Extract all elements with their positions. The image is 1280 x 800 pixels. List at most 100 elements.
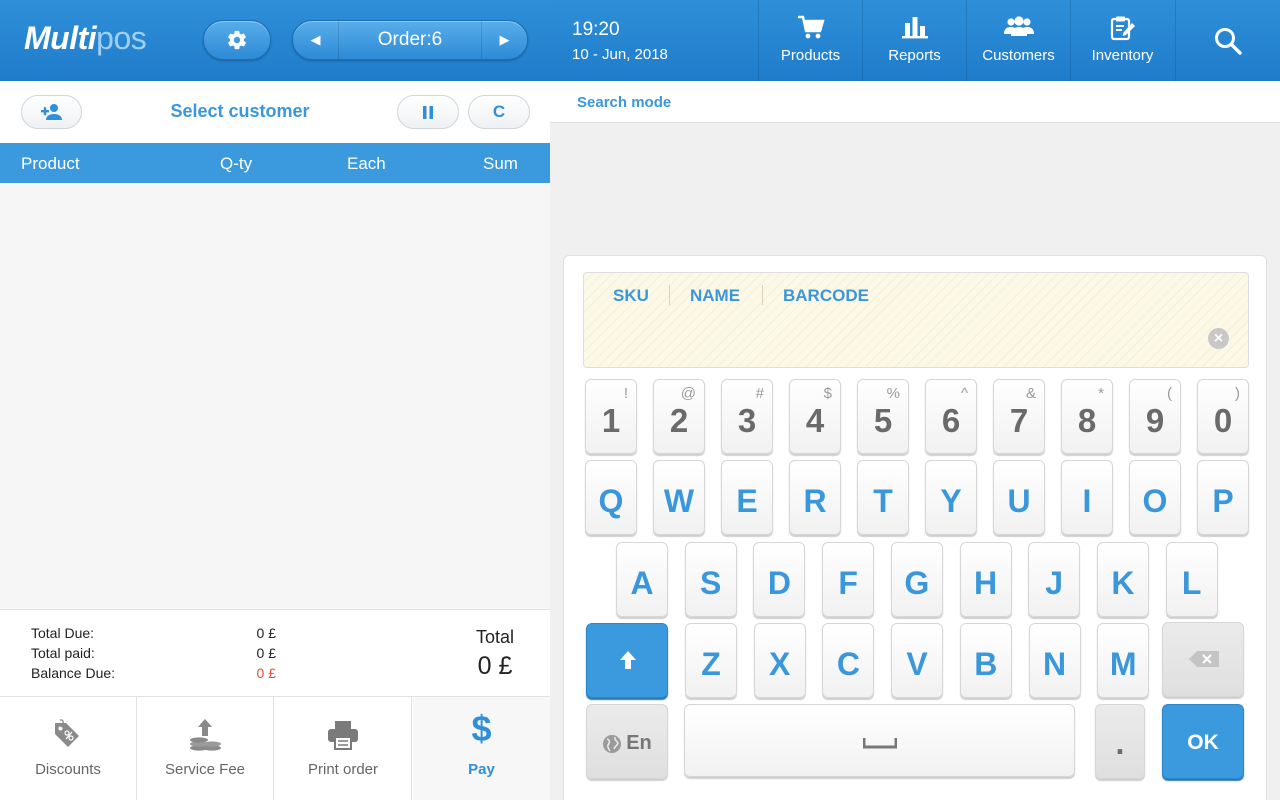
key-6[interactable]: ^ 6: [925, 379, 977, 454]
key-label: 4: [805, 402, 825, 439]
space-bar-icon: [863, 738, 897, 749]
key-3[interactable]: #3: [721, 379, 773, 454]
logo-text-bold: Multi: [24, 20, 97, 56]
key-i[interactable]: I: [1061, 460, 1113, 535]
key-m[interactable]: M: [1097, 623, 1150, 698]
key-q[interactable]: Q: [585, 460, 637, 535]
nav-products[interactable]: Products: [758, 0, 862, 81]
bar-chart-icon: [863, 15, 966, 43]
ok-key[interactable]: OK: [1162, 704, 1244, 779]
key-2[interactable]: @2: [653, 379, 705, 454]
key-8[interactable]: * 8: [1061, 379, 1113, 454]
search-field[interactable]: SKU NAME BARCODE ×: [583, 272, 1249, 368]
key-4[interactable]: $4: [789, 379, 841, 454]
tab-barcode[interactable]: BARCODE: [783, 286, 869, 306]
search-mode-bar: Search mode: [550, 81, 1280, 123]
select-customer-link[interactable]: Select customer: [140, 101, 340, 122]
key-o[interactable]: O: [1129, 460, 1181, 535]
key-label: N: [1042, 646, 1067, 682]
dot-key[interactable]: .: [1095, 704, 1145, 779]
key-n[interactable]: N: [1028, 623, 1081, 698]
space-key[interactable]: [684, 704, 1075, 777]
tab-separator: [762, 285, 763, 305]
key-label: X: [769, 646, 791, 682]
total-due-value: 0 £: [256, 625, 276, 641]
key-7[interactable]: & 7: [993, 379, 1045, 454]
key-label: I: [1082, 483, 1092, 519]
key-5[interactable]: % 5: [857, 379, 909, 454]
key-d[interactable]: D: [753, 542, 806, 617]
key-9[interactable]: (9: [1129, 379, 1181, 454]
add-customer-button[interactable]: [21, 95, 82, 129]
backspace-key[interactable]: [1162, 622, 1244, 697]
prev-order-button[interactable]: ◀: [293, 21, 339, 59]
key-symbol: #: [755, 385, 764, 402]
key-p[interactable]: P: [1197, 460, 1249, 535]
key-g[interactable]: G: [890, 542, 943, 617]
nav-customers[interactable]: Customers: [966, 0, 1070, 81]
clear-order-button[interactable]: C: [468, 95, 530, 129]
total-paid-label: Total paid:: [31, 645, 95, 661]
key-symbol: ): [1235, 385, 1240, 402]
order-items-list[interactable]: [0, 183, 550, 609]
dollar-icon: $: [471, 708, 492, 749]
service-fee-button[interactable]: Service Fee: [137, 697, 274, 800]
key-w[interactable]: W: [653, 460, 705, 535]
pay-button[interactable]: $ Pay: [413, 697, 550, 800]
key-e[interactable]: E: [721, 460, 773, 535]
discounts-button[interactable]: Discounts: [0, 697, 137, 800]
key-j[interactable]: J: [1028, 542, 1081, 617]
search-icon: [1215, 27, 1242, 55]
key-b[interactable]: B: [959, 623, 1012, 698]
tab-sku[interactable]: SKU: [613, 286, 649, 306]
key-1[interactable]: ! 1: [585, 379, 637, 454]
key-k[interactable]: K: [1096, 542, 1149, 617]
key-label: 7: [1009, 402, 1029, 439]
shift-key[interactable]: [586, 623, 668, 698]
key-a[interactable]: A: [616, 542, 668, 617]
key-label: 9: [1145, 402, 1165, 439]
key-label: M: [1109, 646, 1137, 682]
clear-search-icon[interactable]: ×: [1208, 328, 1229, 349]
customer-bar: Select customer C: [0, 81, 550, 143]
key-s[interactable]: S: [684, 542, 737, 617]
language-key[interactable]: En: [586, 704, 668, 779]
key-x[interactable]: X: [753, 623, 806, 698]
search-button[interactable]: [1175, 0, 1280, 81]
key-label: C: [836, 646, 860, 682]
nav-products-label: Products: [780, 47, 841, 64]
nav-reports[interactable]: Reports: [862, 0, 966, 81]
settings-button[interactable]: [203, 20, 271, 60]
caret-left-icon: ◀: [310, 32, 321, 47]
key-c[interactable]: C: [822, 623, 875, 698]
key-t[interactable]: T: [857, 460, 909, 535]
key-u[interactable]: U: [993, 460, 1045, 535]
key-v[interactable]: V: [891, 623, 944, 698]
key-f[interactable]: F: [822, 542, 875, 617]
order-actions: Discounts Service Fee Print order $ Pay: [0, 696, 550, 800]
order-table-header: Product Q-ty Each Sum: [0, 143, 550, 183]
top-nav-bar: 19:20 10 - Jun, 2018 Products Reports Cu…: [550, 0, 1280, 81]
key-label: U: [1007, 483, 1031, 519]
key-l[interactable]: L: [1165, 542, 1218, 617]
key-z[interactable]: Z: [685, 623, 737, 698]
language-label: En: [626, 732, 652, 754]
key-label: Q: [598, 483, 624, 519]
key-label: 3: [737, 402, 757, 439]
balance-due-value: 0 £: [256, 665, 276, 681]
balance-due-row: Balance Due: 0 £: [31, 665, 276, 685]
order-panel: Multipos ◀ Order:6 ▶ Select customer C P…: [0, 0, 550, 800]
app-logo: Multipos: [24, 20, 147, 57]
nav-inventory[interactable]: Inventory: [1070, 0, 1174, 81]
key-0[interactable]: ) 0: [1197, 379, 1249, 454]
key-y[interactable]: Y: [925, 460, 977, 535]
tab-name[interactable]: NAME: [690, 286, 740, 306]
clock-time: 19:20: [572, 19, 620, 40]
key-h[interactable]: H: [959, 542, 1012, 617]
col-each: Each: [347, 154, 386, 173]
hold-order-button[interactable]: [397, 95, 459, 129]
key-label: E: [736, 483, 758, 519]
next-order-button[interactable]: ▶: [480, 21, 527, 59]
key-r[interactable]: R: [789, 460, 841, 535]
print-order-button[interactable]: Print order: [275, 697, 412, 800]
